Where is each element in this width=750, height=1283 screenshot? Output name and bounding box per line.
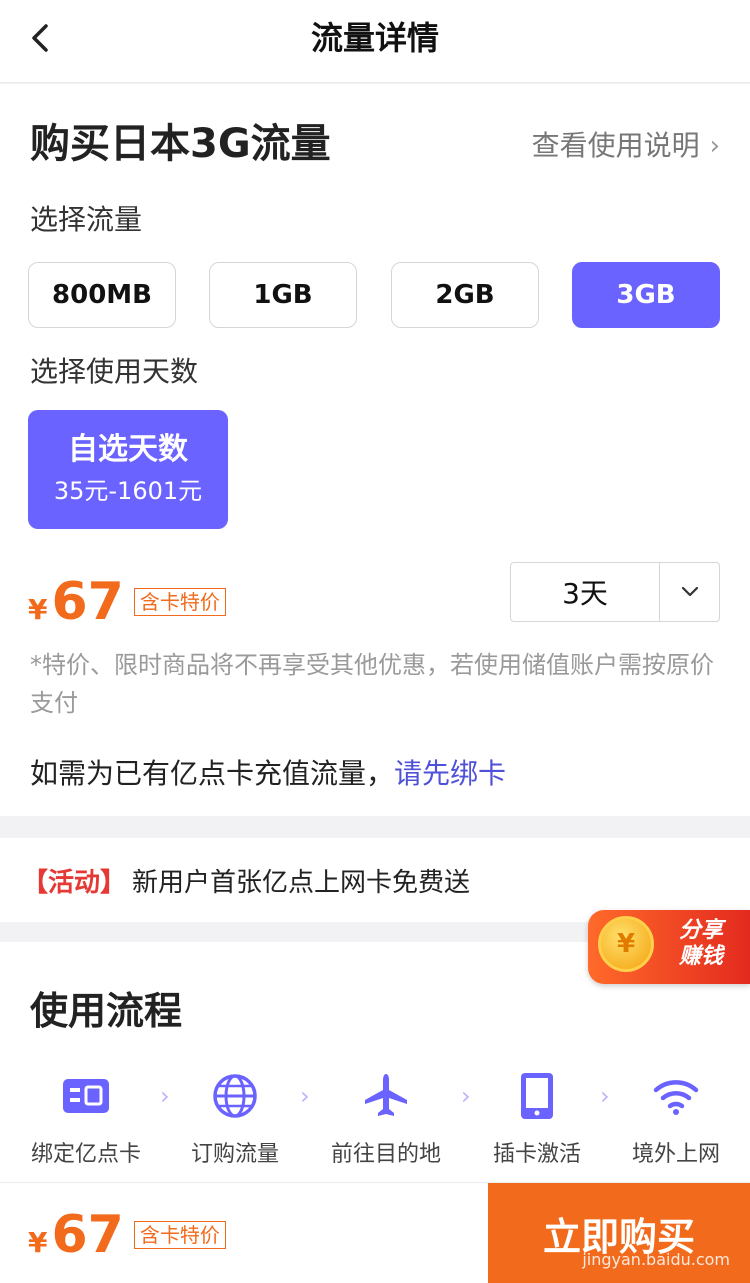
- bottom-price-badge: 含卡特价: [133, 1221, 226, 1249]
- share-earn-line1: 分享: [678, 918, 723, 943]
- purchase-card: 购买日本3G流量 查看使用说明 › 选择流量 800MB 1GB 2GB 3GB…: [0, 84, 750, 816]
- watermark: jingyan.baidu.com: [582, 1250, 730, 1269]
- flow-option-1gb[interactable]: 1GB: [209, 262, 357, 328]
- globe-icon: [185, 1066, 285, 1126]
- discount-note: *特价、限时商品将不再享受其他优惠，若使用储值账户需按原价支付: [30, 651, 714, 717]
- flow-step-bind-card: 绑定亿点卡: [30, 1066, 142, 1168]
- currency-symbol: ¥: [28, 593, 48, 626]
- usage-flow-title: 使用流程: [30, 989, 183, 1033]
- flow-step-order-flow: 订购流量: [185, 1066, 285, 1168]
- bind-card-row: 如需为已有亿点卡充值流量，请先绑卡: [30, 754, 506, 794]
- custom-days-option[interactable]: 自选天数 35元-1601元: [28, 410, 228, 529]
- flow-step-go-online: 境外上网: [626, 1066, 726, 1168]
- airplane-icon: [328, 1066, 444, 1126]
- price-value: 67: [51, 572, 124, 632]
- select-days-label: 选择使用天数: [30, 355, 199, 388]
- flow-step-label: 境外上网: [631, 1142, 720, 1167]
- flow-arrow-icon: ›: [160, 1082, 170, 1110]
- usage-guide-link[interactable]: 查看使用说明 ›: [532, 128, 720, 164]
- custom-days-range: 35元-1601元: [53, 477, 203, 505]
- flow-option-3gb[interactable]: 3GB: [572, 262, 720, 328]
- bottom-price-row: ¥ 67 含卡特价: [28, 1203, 226, 1263]
- phone-icon: [487, 1066, 587, 1126]
- activity-text: 新用户首张亿点上网卡免费送: [132, 867, 471, 898]
- custom-days-title: 自选天数: [68, 432, 188, 467]
- sim-card-icon: [30, 1066, 142, 1126]
- purchase-title: 购买日本3G流量: [30, 121, 331, 167]
- bottom-price-value: 67: [51, 1205, 124, 1265]
- top-nav-bar: 流量详情: [0, 0, 750, 83]
- coin-icon: ¥: [598, 916, 654, 972]
- bind-card-link[interactable]: 请先绑卡: [394, 757, 506, 790]
- flow-arrow-icon: ›: [600, 1082, 610, 1110]
- bottom-currency-symbol: ¥: [28, 1226, 48, 1259]
- chevron-down-icon[interactable]: [660, 563, 719, 621]
- page-title: 流量详情: [310, 19, 439, 57]
- share-earn-button[interactable]: ¥ 分享 赚钱: [588, 910, 750, 984]
- days-dropdown-value: 3天: [511, 563, 660, 621]
- price-row: ¥ 67 含卡特价: [28, 570, 226, 630]
- flow-option-2gb[interactable]: 2GB: [391, 262, 539, 328]
- chevron-right-icon: ›: [709, 131, 720, 161]
- flow-step-label: 订购流量: [190, 1142, 279, 1167]
- flow-arrow-icon: ›: [461, 1082, 471, 1110]
- select-flow-label: 选择流量: [30, 203, 143, 236]
- activity-tag: 【活动】: [22, 867, 127, 898]
- flow-arrow-icon: ›: [300, 1082, 310, 1110]
- usage-guide-label: 查看使用说明: [531, 129, 700, 162]
- flow-step-label: 前往目的地: [330, 1142, 441, 1167]
- share-earn-label: 分享 赚钱: [658, 918, 744, 970]
- flow-step-label: 绑定亿点卡: [30, 1142, 141, 1167]
- flow-step-travel: 前往目的地: [328, 1066, 444, 1168]
- flow-option-800mb[interactable]: 800MB: [28, 262, 176, 328]
- share-earn-line2: 赚钱: [678, 944, 723, 969]
- flow-step-label: 插卡激活: [492, 1142, 581, 1167]
- flow-step-activate: 插卡激活: [487, 1066, 587, 1168]
- wifi-icon: [626, 1066, 726, 1126]
- bind-card-text: 如需为已有亿点卡充值流量，: [30, 757, 395, 790]
- days-dropdown[interactable]: 3天: [510, 562, 720, 622]
- price-badge: 含卡特价: [133, 588, 226, 616]
